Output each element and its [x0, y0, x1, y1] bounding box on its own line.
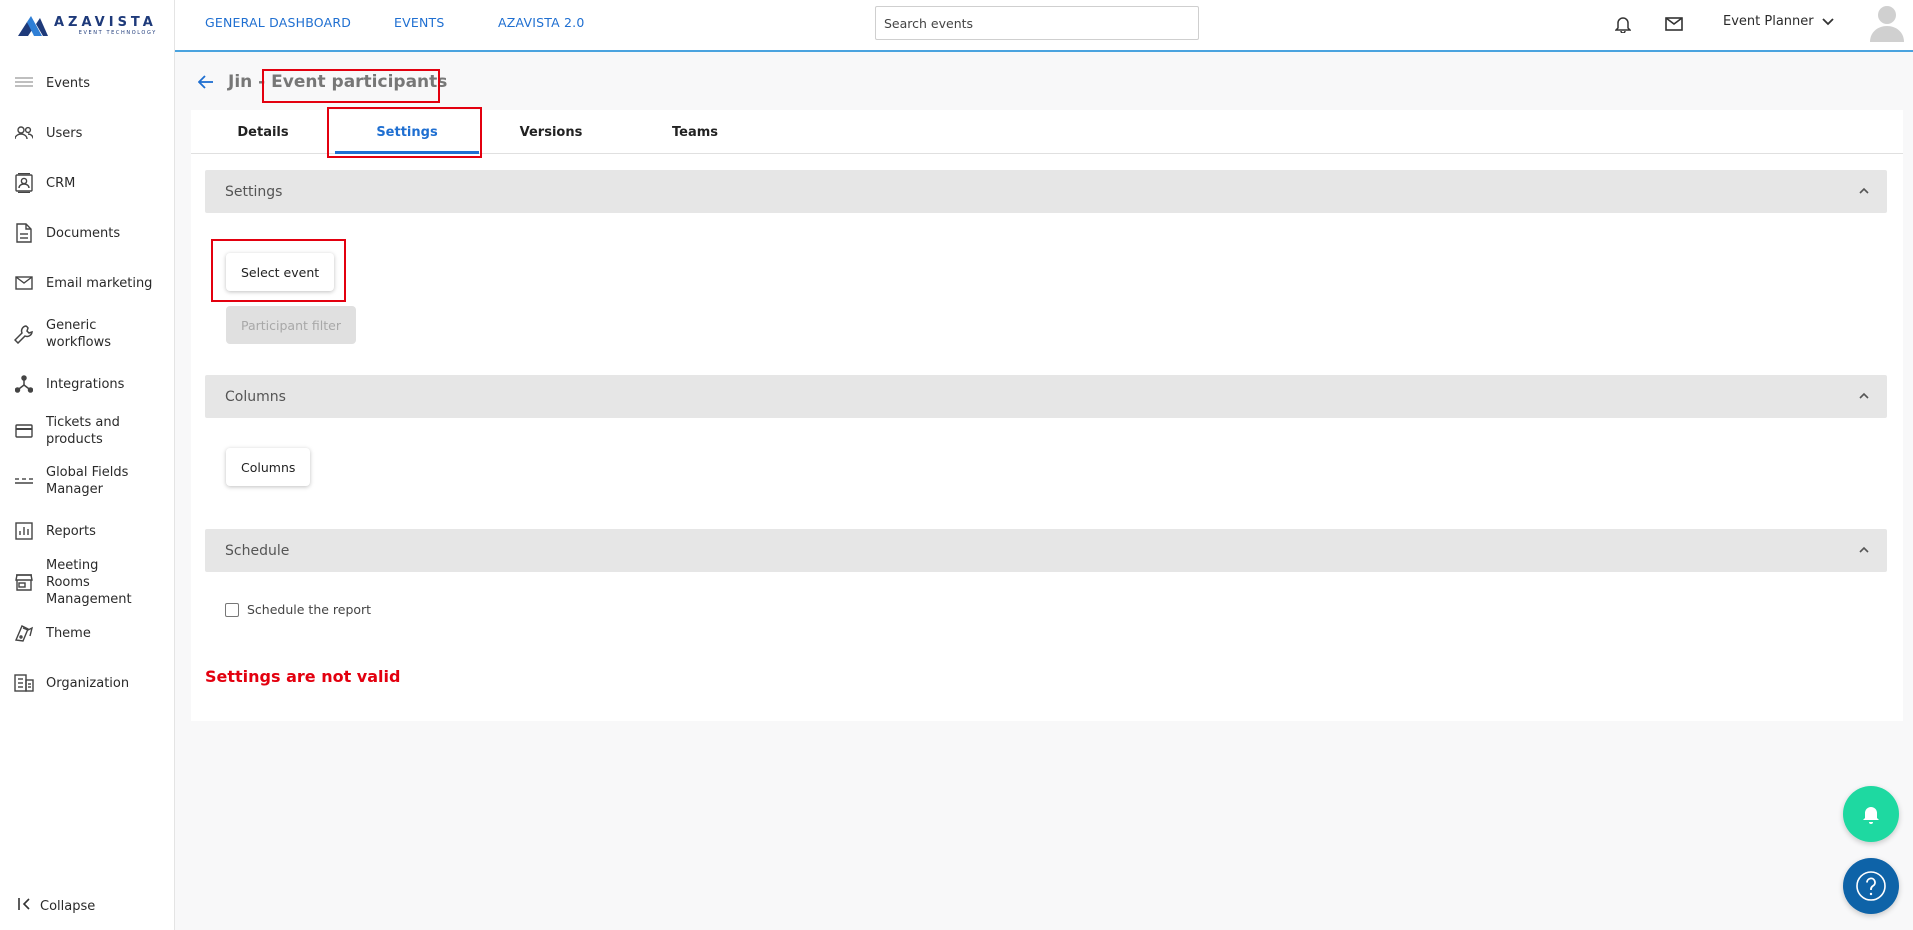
sidebar-item-organization[interactable]: Organization [0, 658, 174, 708]
chevron-down-icon [1821, 17, 1834, 26]
sidebar-item-label: Tickets and products [46, 415, 120, 447]
sidebar-item-label: Generic workflows [46, 318, 112, 350]
top-bar: GENERAL DASHBOARD EVENTS AZAVISTA 2.0 Ev… [175, 0, 1913, 52]
messages-envelope-icon[interactable] [1663, 13, 1685, 35]
sidebar-item-theme[interactable]: Theme [0, 608, 174, 658]
sidebar-item-label: Users [46, 125, 83, 141]
users-icon [14, 123, 34, 143]
select-event-highlight-box [211, 239, 346, 302]
sidebar-item-reports[interactable]: Reports [0, 506, 174, 556]
collapse-button[interactable]: Collapse [18, 898, 95, 914]
sidebar-item-label: Events [46, 75, 91, 91]
columns-section-header[interactable]: Columns [205, 375, 1887, 418]
chevron-up-icon [1857, 543, 1871, 557]
role-selector[interactable]: Event Planner [1723, 14, 1834, 29]
validation-error-message: Settings are not valid [205, 667, 401, 686]
brand-logo[interactable]: AZAVISTA EVENT TECHNOLOGY [0, 0, 174, 52]
brand-tagline: EVENT TECHNOLOGY [78, 29, 157, 36]
sidebar-item-documents[interactable]: Documents [0, 206, 174, 260]
store-icon [14, 572, 34, 592]
tab-details[interactable]: Details [191, 110, 335, 154]
sidebar-item-generic-workflows[interactable]: Generic workflows [0, 306, 174, 362]
bell-icon [1861, 803, 1881, 825]
sidebar-item-email-marketing[interactable]: Email marketing [0, 260, 174, 306]
schedule-report-label: Schedule the report [247, 602, 372, 617]
brand-name: AZAVISTA [54, 14, 157, 30]
search-input[interactable] [875, 6, 1199, 40]
participant-filter-button[interactable]: Participant filter [226, 306, 356, 344]
columns-button[interactable]: Columns [226, 448, 311, 486]
tab-versions[interactable]: Versions [479, 110, 623, 154]
sidebar-item-tickets-and-products[interactable]: Tickets and products [0, 406, 174, 456]
schedule-section-title: Schedule [225, 542, 290, 559]
sidebar-item-label: Documents [46, 225, 121, 241]
chevron-up-icon [1857, 389, 1871, 403]
bar-chart-icon [14, 521, 34, 541]
collapse-left-icon [18, 898, 32, 914]
envelope-icon [14, 273, 34, 293]
sidebar-item-label: CRM [46, 175, 76, 191]
report-settings-card: Details Settings Versions Teams Settings… [191, 110, 1903, 721]
settings-section-title: Settings [225, 183, 283, 200]
notifications-bell-icon[interactable] [1612, 13, 1634, 35]
back-arrow-icon[interactable] [196, 72, 216, 92]
sidebar-nav: Events Users CRM Documents Email marketi… [0, 60, 174, 708]
schedule-report-row[interactable]: Schedule the report [225, 602, 371, 617]
sidebar-item-label: Theme [46, 625, 91, 641]
sidebar-item-label: Meeting Rooms Management [46, 557, 132, 607]
title-highlight-box [262, 69, 440, 103]
sidebar-item-label: Reports [46, 523, 96, 539]
sidebar-item-events[interactable]: Events [0, 60, 174, 106]
sidebar-item-label: Organization [46, 675, 130, 691]
sidebar-item-label: Email marketing [46, 275, 153, 291]
contact-card-icon [14, 173, 34, 193]
palette-icon [14, 623, 34, 643]
nav-events[interactable]: EVENTS [394, 15, 444, 30]
wrench-icon [14, 324, 34, 344]
sidebar-item-crm[interactable]: CRM [0, 160, 174, 206]
help-question-icon [1855, 870, 1887, 902]
sidebar-item-meeting-rooms-management[interactable]: Meeting Rooms Management [0, 556, 174, 608]
sidebar-item-integrations[interactable]: Integrations [0, 362, 174, 406]
help-fab-button[interactable] [1843, 858, 1899, 914]
user-avatar[interactable] [1867, 2, 1907, 42]
credit-card-icon [14, 421, 34, 441]
settings-section-header[interactable]: Settings [205, 170, 1887, 213]
sidebar-item-global-fields-manager[interactable]: Global Fields Manager [0, 456, 174, 506]
fields-icon [14, 471, 34, 491]
schedule-section-header[interactable]: Schedule [205, 529, 1887, 572]
nav-general-dashboard[interactable]: GENERAL DASHBOARD [205, 15, 351, 30]
sidebar-item-label: Integrations [46, 376, 125, 392]
columns-section-title: Columns [225, 388, 286, 405]
nav-azavista-2[interactable]: AZAVISTA 2.0 [498, 15, 585, 30]
sidebar-item-users[interactable]: Users [0, 106, 174, 160]
schedule-report-checkbox[interactable] [225, 602, 239, 617]
settings-tab-highlight-box [327, 107, 482, 158]
role-label: Event Planner [1723, 14, 1814, 29]
tab-teams[interactable]: Teams [623, 110, 767, 154]
building-icon [14, 673, 34, 693]
notify-fab-button[interactable] [1843, 786, 1899, 842]
sidebar-item-label: Global Fields Manager [46, 465, 129, 497]
list-icon [14, 73, 34, 93]
document-icon [14, 223, 34, 243]
chevron-up-icon [1857, 184, 1871, 198]
azavista-logo-icon [18, 16, 48, 36]
sidebar: AZAVISTA EVENT TECHNOLOGY Events Users C… [0, 0, 175, 930]
network-icon [14, 374, 34, 394]
collapse-label: Collapse [40, 898, 96, 914]
